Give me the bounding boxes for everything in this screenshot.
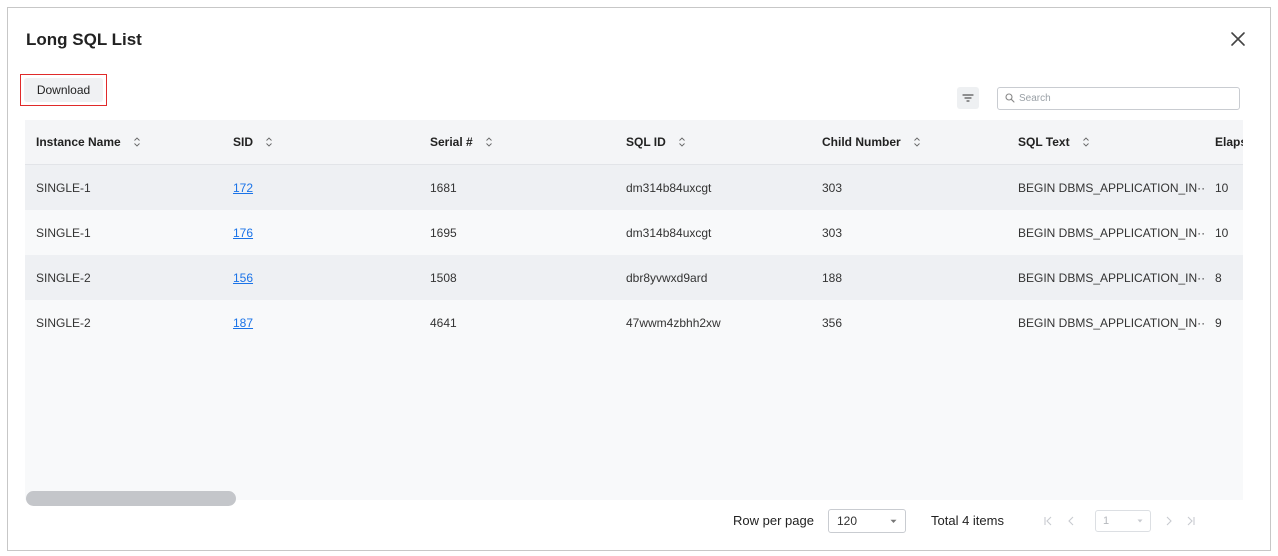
cell-sql-id: dbr8yvwxd9ard bbox=[626, 270, 708, 285]
cell-sql-id: dm314b84uxcgt bbox=[626, 225, 712, 240]
filter-icon[interactable] bbox=[957, 87, 979, 109]
cell-elapsed: 10 bbox=[1215, 225, 1229, 240]
table-header: Instance Name SID Serial # SQL ID Child … bbox=[25, 120, 1243, 165]
cell-child-number: 303 bbox=[822, 180, 843, 195]
next-page-icon[interactable] bbox=[1164, 515, 1174, 527]
column-header-sid[interactable]: SID bbox=[233, 120, 423, 164]
download-button[interactable]: Download bbox=[20, 74, 107, 106]
cell-sql-text: BEGIN DBMS_APPLICATION_IN··· bbox=[1018, 270, 1206, 285]
cell-serial: 4641 bbox=[430, 315, 457, 330]
cell-child-number: 303 bbox=[822, 225, 843, 240]
cell-serial: 1508 bbox=[430, 270, 457, 285]
page-select[interactable]: 1 bbox=[1095, 510, 1151, 532]
sid-link[interactable]: 156 bbox=[233, 271, 253, 285]
cell-serial: 1695 bbox=[430, 225, 457, 240]
sort-icon[interactable] bbox=[265, 136, 273, 148]
cell-elapsed: 9 bbox=[1215, 315, 1222, 330]
cell-instance-name: SINGLE-1 bbox=[36, 180, 91, 195]
rows-per-page-select[interactable]: 120 bbox=[828, 509, 906, 533]
cell-instance-name: SINGLE-1 bbox=[36, 225, 91, 240]
sql-table: Instance Name SID Serial # SQL ID Child … bbox=[25, 120, 1243, 500]
last-page-icon[interactable] bbox=[1186, 515, 1196, 527]
table-row[interactable]: SINGLE-1 172 1681 dm314b84uxcgt 303 BEGI… bbox=[25, 165, 1243, 210]
cell-sql-text: BEGIN DBMS_APPLICATION_IN··· bbox=[1018, 225, 1206, 240]
sid-link[interactable]: 187 bbox=[233, 316, 253, 330]
cell-instance-name: SINGLE-2 bbox=[36, 315, 91, 330]
download-button-label: Download bbox=[24, 78, 103, 102]
cell-elapsed: 10 bbox=[1215, 180, 1229, 195]
cell-child-number: 356 bbox=[822, 315, 843, 330]
rows-per-page-label: Row per page bbox=[733, 513, 814, 528]
cell-sql-id: dm314b84uxcgt bbox=[626, 180, 712, 195]
column-header-child-number[interactable]: Child Number bbox=[822, 120, 1012, 164]
cell-sql-text: BEGIN DBMS_APPLICATION_IN··· bbox=[1018, 180, 1206, 195]
long-sql-list-dialog: Long SQL List Download Instance Name SID… bbox=[7, 7, 1271, 551]
column-header-sql-id[interactable]: SQL ID bbox=[626, 120, 816, 164]
first-page-icon[interactable] bbox=[1043, 515, 1053, 527]
column-header-serial[interactable]: Serial # bbox=[430, 120, 620, 164]
cell-child-number: 188 bbox=[822, 270, 843, 285]
sid-link[interactable]: 176 bbox=[233, 226, 253, 240]
table-row[interactable]: SINGLE-1 176 1695 dm314b84uxcgt 303 BEGI… bbox=[25, 210, 1243, 255]
current-page: 1 bbox=[1103, 515, 1110, 527]
column-header-sql-text[interactable]: SQL Text bbox=[1018, 120, 1206, 164]
column-header-elapsed[interactable]: Elaps bbox=[1215, 120, 1243, 164]
dialog-title: Long SQL List bbox=[26, 30, 142, 49]
cell-serial: 1681 bbox=[430, 180, 457, 195]
sort-icon[interactable] bbox=[678, 136, 686, 148]
column-header-instance-name[interactable]: Instance Name bbox=[36, 120, 226, 164]
total-items: Total 4 items bbox=[931, 513, 1004, 528]
search-input[interactable] bbox=[1019, 93, 1219, 104]
chevron-down-icon bbox=[1137, 519, 1143, 523]
search-box[interactable] bbox=[997, 87, 1240, 110]
sort-icon[interactable] bbox=[913, 136, 921, 148]
table-row[interactable]: SINGLE-2 156 1508 dbr8yvwxd9ard 188 BEGI… bbox=[25, 255, 1243, 300]
sort-icon[interactable] bbox=[133, 136, 141, 148]
chevron-down-icon bbox=[890, 519, 897, 523]
search-icon bbox=[1005, 90, 1015, 108]
cell-instance-name: SINGLE-2 bbox=[36, 270, 91, 285]
sort-icon[interactable] bbox=[1082, 136, 1090, 148]
sort-icon[interactable] bbox=[485, 136, 493, 148]
cell-sql-text: BEGIN DBMS_APPLICATION_IN··· bbox=[1018, 315, 1206, 330]
close-icon[interactable] bbox=[1227, 28, 1249, 50]
rows-per-page-value: 120 bbox=[837, 514, 858, 528]
horizontal-scrollbar[interactable] bbox=[26, 491, 236, 506]
previous-page-icon[interactable] bbox=[1066, 515, 1076, 527]
table-row[interactable]: SINGLE-2 187 4641 47wwm4zbhh2xw 356 BEGI… bbox=[25, 300, 1243, 345]
sid-link[interactable]: 172 bbox=[233, 181, 253, 195]
cell-elapsed: 8 bbox=[1215, 270, 1222, 285]
cell-sql-id: 47wwm4zbhh2xw bbox=[626, 315, 721, 330]
